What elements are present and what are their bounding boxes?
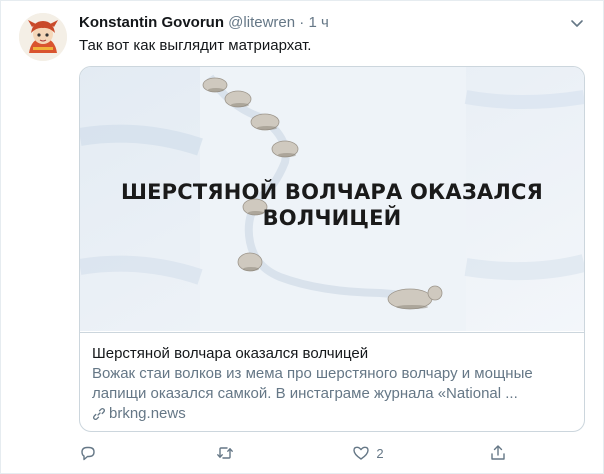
- reply-button[interactable]: [79, 444, 139, 462]
- retweet-button[interactable]: [216, 444, 276, 462]
- author-handle[interactable]: @litewren: [228, 14, 295, 31]
- heart-icon: [353, 446, 370, 460]
- card-domain: brkng.news: [92, 404, 572, 424]
- avatar[interactable]: [19, 13, 67, 61]
- timestamp[interactable]: 1 ч: [308, 14, 328, 31]
- tweet-actions: 2: [79, 441, 509, 465]
- share-icon: [491, 445, 505, 460]
- card-domain-text: brkng.news: [109, 405, 186, 422]
- link-icon: [92, 407, 106, 421]
- avatar-image: [19, 13, 67, 61]
- separator: ·: [299, 14, 305, 31]
- image-headline: ШЕРСТЯНОЙ ВОЛЧАРА ОКАЗАЛСЯ ВОЛЧИЦЕЙ: [120, 180, 544, 230]
- card-title: Шерстяной волчара оказался волчицей: [92, 345, 369, 362]
- tweet[interactable]: Konstantin Govorun @litewren · 1 ч Так в…: [0, 0, 604, 474]
- like-count: 2: [376, 445, 384, 461]
- tweet-text: Так вот как выглядит матриархат.: [79, 37, 312, 54]
- card-body[interactable]: Шерстяной волчара оказался волчицей Вожа…: [80, 332, 584, 431]
- link-card[interactable]: ШЕРСТЯНОЙ ВОЛЧАРА ОКАЗАЛСЯ ВОЛЧИЦЕЙ Шерс…: [79, 66, 585, 432]
- card-image[interactable]: ШЕРСТЯНОЙ ВОЛЧАРА ОКАЗАЛСЯ ВОЛЧИЦЕЙ: [80, 67, 584, 331]
- tweet-header: Konstantin Govorun @litewren · 1 ч: [79, 13, 329, 33]
- chevron-down-icon[interactable]: [569, 15, 585, 31]
- like-button[interactable]: 2: [352, 444, 412, 462]
- card-description: Вожак стаи волков из мема про шерстяного…: [92, 365, 533, 402]
- share-button[interactable]: [489, 444, 509, 462]
- retweet-icon: [216, 447, 233, 459]
- author-name[interactable]: Konstantin Govorun: [79, 14, 224, 31]
- reply-icon: [81, 446, 95, 461]
